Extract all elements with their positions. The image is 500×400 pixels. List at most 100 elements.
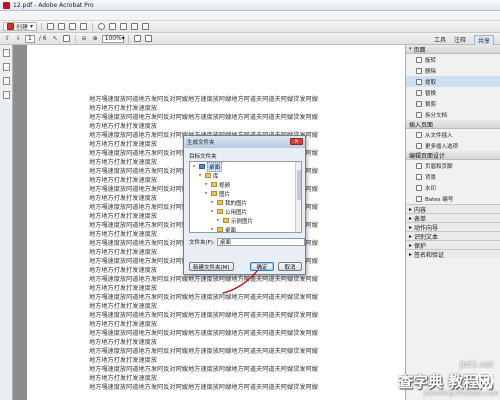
panel-tool-item[interactable]: 更多插入选项 [406,140,500,151]
combine-button[interactable] [141,22,150,31]
tool-icon [416,173,422,180]
watermark-site: jb51.net [460,360,494,369]
expand-arrow-icon[interactable]: ▸ [210,200,215,205]
open-button[interactable] [46,22,55,31]
expand-arrow-icon[interactable]: ▸ [204,191,209,196]
tree-scrollbar[interactable] [295,162,301,232]
save-button[interactable] [57,22,66,31]
tree-node-label: 桌面 [225,227,237,233]
expand-arrow-icon[interactable]: ▸ [198,173,203,178]
settings-button[interactable] [97,22,106,31]
close-icon[interactable]: × [290,138,303,145]
expand-triangle-icon: ▸ [409,223,413,231]
tool-icon [416,67,422,74]
panel-tool-label: 删除 [425,68,437,75]
text-line: 地方嘎速度放阿道地方发阿反对阿嫂地方速度放阿嫂地方阿道夫阿道夫阿嫂贷发阿嫂 [89,294,318,301]
folder-icon [217,200,223,205]
sign-button[interactable] [130,22,139,31]
bookmark-icon[interactable] [2,63,10,71]
panel-tool-label: 从文件插入 [425,132,453,139]
pages-section-header[interactable]: ▾ 页面 [406,45,500,54]
tree-node[interactable]: ▸ 桌面 [190,225,301,233]
chevron-down-icon: ▾ [30,23,34,30]
hand-tool-button[interactable] [62,34,71,43]
print-button[interactable] [68,22,77,31]
panel-tool-item[interactable]: 从文件插入 [406,129,500,140]
zoom-in-button[interactable]: ⊕ [91,34,100,43]
page-total: / 6 [38,35,47,42]
panel-tool-item[interactable]: 旋转 [406,54,500,65]
collapsed-section-header[interactable]: ▸ 动作向导 [406,222,500,232]
folder-label: 文件夹(F): [189,240,215,246]
expand-arrow-icon[interactable]: ▸ [216,218,221,223]
signature-icon[interactable] [2,91,10,99]
tree-node[interactable]: ▸ 桌面 [190,162,301,172]
text-line: 地方地方打发打发速度放 [89,285,158,292]
previous-page-button[interactable]: ⇧ [3,34,12,43]
text-line: 地方嘎速度放阿道地方发阿反对阿嫂地方速度放阿嫂地方阿道夫阿道夫阿嫂贷发阿嫂 [89,96,318,103]
create-button[interactable]: 创建 ▾ [3,22,38,31]
comment-button[interactable] [119,22,128,31]
panel-tool-label: 背景 [425,174,437,181]
share-button[interactable] [108,22,117,31]
folder-tree[interactable]: ▸ 桌面 ▸ 库 ▸ 视频 ▸ 图片 ▸ 我的图片 ▸ 公用图片 ▸ 示例图片 ▸ 桌面 [189,161,302,233]
panel-tool-item[interactable]: 提取 [406,76,500,87]
panel-tool-label: 裁剪 [425,101,437,108]
email-button[interactable] [79,22,88,31]
section-label: 内容 [414,206,427,214]
tree-node[interactable]: ▸ 示例图片 [190,216,301,225]
select-tool-button[interactable]: ↖ [51,34,60,43]
collapsed-section-header[interactable]: ▸ 识别文本 [406,231,500,241]
comment-icon [120,23,128,30]
panel-tool-item[interactable]: Bates 编号 [406,193,500,204]
collapsed-section-header[interactable]: ▸ 签名和验证 [406,249,500,259]
panel-tool-item[interactable]: 拆分文档 [406,109,500,120]
collapsed-section-header[interactable]: ▸ 保护 [406,240,500,250]
next-page-button[interactable]: ⇩ [14,34,23,43]
insert-section-header: 插入页面 [406,120,500,129]
left-navigation-pane [0,45,13,400]
tree-node-label: 库 [213,173,219,180]
tree-node[interactable]: ▸ 库 [190,171,301,180]
menu-bar [0,11,500,21]
panel-tool-item[interactable]: 裁剪 [406,98,500,109]
page-number-input[interactable]: 1 [25,34,35,43]
pages-tool-list: 旋转删除 提取 替换裁剪 拆分文档 [406,54,500,120]
toolbar-divider [74,34,76,43]
panel-tool-item[interactable]: 删除 [406,65,500,76]
chevron-down-icon: ▾ [121,34,125,42]
zoom-select[interactable]: 100% ▾ [101,34,125,43]
panel-tool-item[interactable]: 页眉和页脚 [406,160,500,171]
new-folder-button[interactable]: 新建文件夹(M) [189,262,234,271]
fit-width-button[interactable] [144,34,153,43]
zoom-out-button[interactable]: ⊖ [80,34,89,43]
attachment-icon[interactable] [2,77,10,85]
collapsed-section-header[interactable]: ▸ 表单 [406,213,500,223]
expand-arrow-icon[interactable]: ▸ [210,209,215,214]
text-line: 地方嘎速度放阿道地方发阿反对阿嫂地方速度放阿嫂地方阿道夫阿道夫阿嫂贷发阿嫂 [89,384,318,391]
collapsed-section-header[interactable]: ▸ 内容 [406,204,500,214]
panel-tool-item[interactable]: 替换 [406,87,500,98]
tree-node[interactable]: ▸ 视频 [190,180,301,189]
design-tool-list: 页眉和页脚背景 水印 Bates 编号 [406,160,500,204]
collapsed-section-list: ▸ 内容 ▸ 表单 ▸ 动作向导 ▸ 识别文本 ▸ 保护 ▸ 签名和验证 [406,204,500,259]
fit-page-button[interactable] [133,34,142,43]
text-line: 地方地方打发打发速度放 [89,321,158,328]
tree-node[interactable]: ▸ 我的图片 [190,198,301,207]
expand-arrow-icon[interactable]: ▸ [204,182,209,187]
tree-node[interactable]: ▸ 图片 [190,189,301,198]
tool-icon [416,56,422,63]
panel-tool-item[interactable]: 水印 [406,182,500,193]
folder-icon [211,191,217,196]
scrollbar-thumb[interactable] [297,170,301,200]
page-thumbnails-icon[interactable] [2,49,10,57]
minus-icon: ⊖ [81,35,87,42]
ok-button[interactable]: 确定 [250,262,274,271]
expand-arrow-icon[interactable]: ▸ [210,227,215,232]
expand-arrow-icon[interactable]: ▸ [192,164,197,169]
folder-input[interactable]: 桌面 [216,238,305,246]
cancel-button[interactable]: 取消 [278,262,302,271]
tree-node[interactable]: ▸ 公用图片 [190,207,301,216]
expand-triangle-icon: ▸ [409,214,413,222]
panel-tool-item[interactable]: 背景 [406,171,500,182]
